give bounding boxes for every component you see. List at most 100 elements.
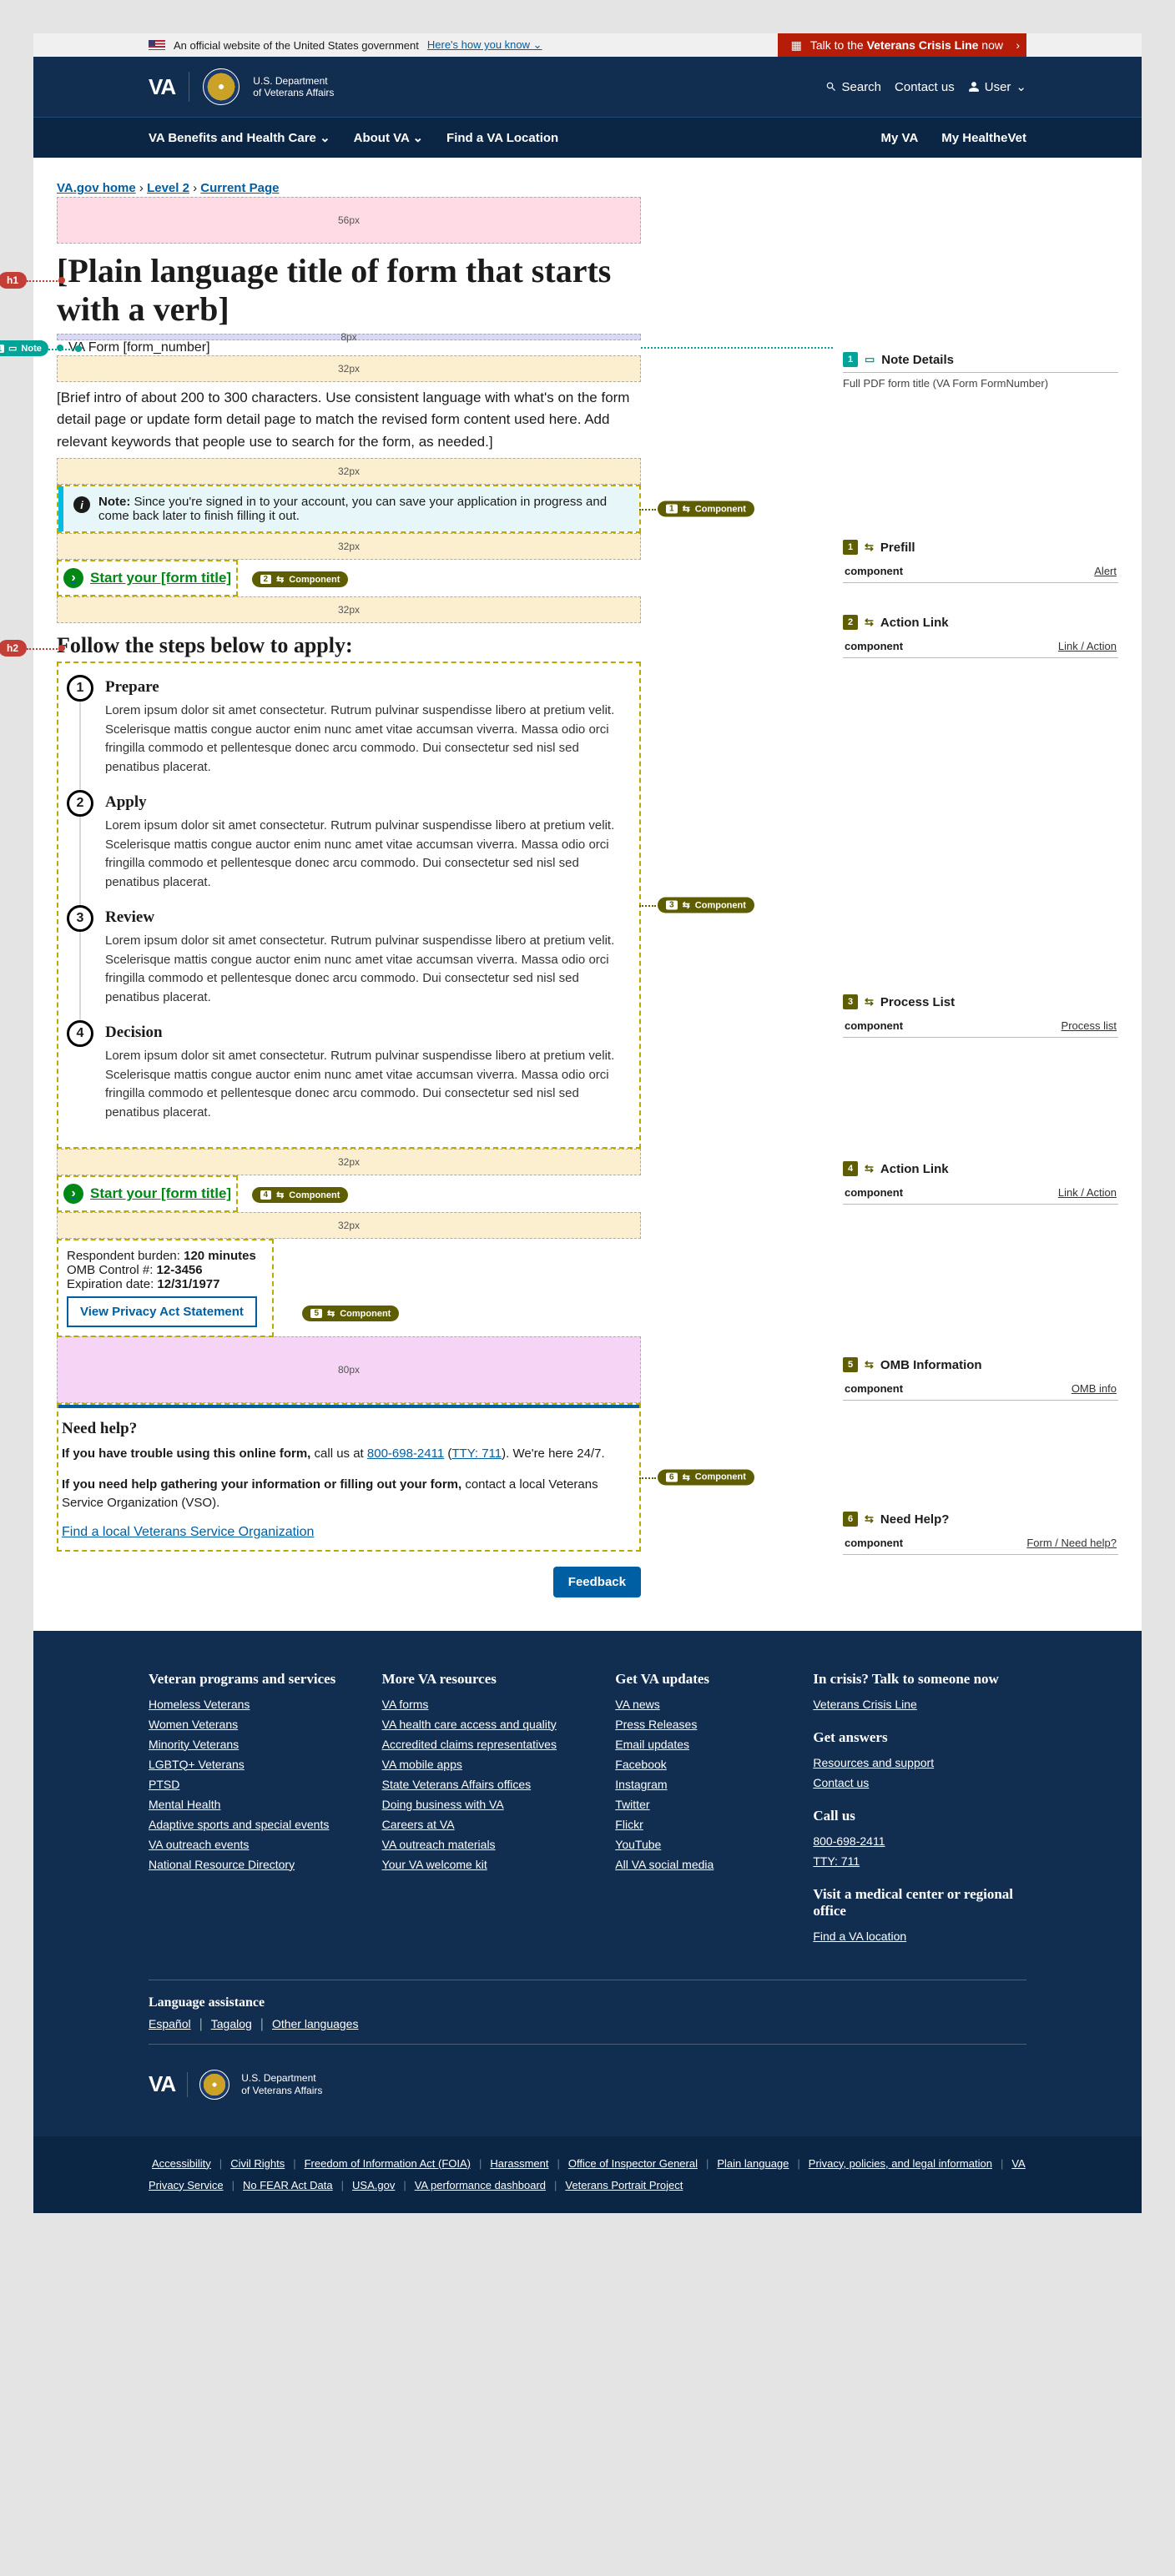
rail-annotation: 4⇆Action Link componentLink / Action [843, 1161, 1118, 1205]
footer-link[interactable]: Minority Veterans [149, 1738, 362, 1751]
footer-link[interactable]: TTY: 711 [813, 1854, 1026, 1868]
step-heading: Apply [105, 793, 628, 812]
footer-col-heading: In crisis? Talk to someone now [813, 1671, 1026, 1688]
lang-link[interactable]: Español [149, 2017, 191, 2030]
crisis-line-button[interactable]: ▦ Talk to the Veterans Crisis Line now › [778, 33, 1026, 57]
footer-link[interactable]: VA news [615, 1698, 793, 1711]
spacer-80: 80px [57, 1336, 641, 1403]
lang-link[interactable]: Tagalog [211, 2017, 252, 2030]
need-help-phone[interactable]: 800-698-2411 [367, 1446, 444, 1461]
footer-link[interactable]: Adaptive sports and special events [149, 1818, 362, 1831]
footer-link[interactable]: VA mobile apps [382, 1758, 596, 1771]
arrow-right-circle-icon: › [63, 1184, 83, 1204]
footer-link[interactable]: All VA social media [615, 1858, 793, 1871]
process-list-component: 1 Prepare Lorem ipsum dolor sit amet con… [57, 662, 641, 1149]
need-help-tty[interactable]: TTY: 711 [451, 1446, 502, 1461]
legal-link[interactable]: No FEAR Act Data [243, 2179, 333, 2191]
footer-link[interactable]: Facebook [615, 1758, 793, 1771]
spacer-32: 32px [57, 458, 641, 485]
bc-l2[interactable]: Level 2 [147, 181, 189, 195]
lang-link[interactable]: Other languages [272, 2017, 359, 2030]
legal-link[interactable]: USA.gov [352, 2179, 395, 2191]
user-menu[interactable]: User ⌄ [968, 79, 1026, 94]
footer-link[interactable]: Mental Health [149, 1798, 362, 1811]
start-form-link[interactable]: › Start your [form title] [60, 563, 234, 593]
footer-col-resources: More VA resourcesVA formsVA health care … [382, 1671, 596, 1950]
footer-link[interactable]: VA outreach materials [382, 1838, 596, 1851]
footer-link[interactable]: VA health care access and quality [382, 1718, 596, 1731]
privacy-act-button[interactable]: View Privacy Act Statement [67, 1296, 257, 1327]
process-step: 3 Review Lorem ipsum dolor sit amet cons… [67, 905, 628, 1020]
footer-link[interactable]: Your VA welcome kit [382, 1858, 596, 1871]
dept-name: U.S. Departmentof Veterans Affairs [253, 75, 334, 99]
footer-col-heading: Visit a medical center or regional offic… [813, 1886, 1026, 1919]
feedback-button[interactable]: Feedback [553, 1567, 641, 1597]
footer-col-heading: Veteran programs and services [149, 1671, 362, 1688]
footer-link[interactable]: VA forms [382, 1698, 596, 1711]
page-title: [Plain language title of form that start… [57, 252, 641, 329]
step-body: Lorem ipsum dolor sit amet consectetur. … [105, 702, 628, 777]
footer-link[interactable]: Accredited claims representatives [382, 1738, 596, 1751]
footer-link[interactable]: National Resource Directory [149, 1858, 362, 1871]
legal-link[interactable]: Harassment [490, 2157, 548, 2170]
process-step: 2 Apply Lorem ipsum dolor sit amet conse… [67, 790, 628, 905]
legal-link[interactable]: Freedom of Information Act (FOIA) [305, 2157, 471, 2170]
footer-link[interactable]: LGBTQ+ Veterans [149, 1758, 362, 1771]
contact-link[interactable]: Contact us [895, 80, 955, 94]
rail-note-details: 1▭Note Details Full PDF form title (VA F… [843, 352, 1118, 391]
spacer-56: 56px [57, 197, 641, 244]
footer-link[interactable]: Press Releases [615, 1718, 793, 1731]
footer-link[interactable]: 800-698-2411 [813, 1834, 1026, 1848]
component-badge-4: 4⇆Component [252, 1187, 349, 1203]
legal-link[interactable]: Office of Inspector General [568, 2157, 698, 2170]
footer-link[interactable]: Find a VA location [813, 1929, 1026, 1943]
nav-about[interactable]: About VA ⌄ [354, 130, 423, 145]
footer-col-crisis: In crisis? Talk to someone now Veterans C… [813, 1671, 1026, 1950]
footer-link[interactable]: Twitter [615, 1798, 793, 1811]
start-form-link-2[interactable]: › Start your [form title] [60, 1179, 234, 1209]
footer-link[interactable]: Doing business with VA [382, 1798, 596, 1811]
footer-link[interactable]: Veterans Crisis Line [813, 1698, 1026, 1711]
component-badge-1: 1⇆Component [658, 501, 754, 517]
omb-exp-label: Expiration date: [67, 1277, 154, 1291]
va-seal-icon-footer [199, 2070, 229, 2100]
footer-col-heading: Get answers [813, 1729, 1026, 1746]
legal-link[interactable]: Civil Rights [230, 2157, 285, 2170]
footer-link[interactable]: Instagram [615, 1778, 793, 1791]
va-wordmark: VA [149, 74, 175, 100]
primary-nav: VA Benefits and Health Care ⌄ About VA ⌄… [33, 117, 1142, 158]
chevron-down-icon: ⌄ [412, 131, 423, 145]
spacer-32: 32px [57, 596, 641, 623]
rail-annotation: 5⇆OMB Information componentOMB info [843, 1357, 1118, 1401]
h2-pill: h2 [0, 640, 27, 657]
nav-myhealth[interactable]: My HealtheVet [941, 131, 1026, 145]
legal-link[interactable]: Plain language [717, 2157, 789, 2170]
footer-link[interactable]: Flickr [615, 1818, 793, 1831]
user-icon [968, 81, 980, 93]
footer-link[interactable]: Resources and support [813, 1756, 1026, 1769]
footer-link[interactable]: Women Veterans [149, 1718, 362, 1731]
omb-burden-value: 120 minutes [184, 1249, 256, 1263]
search-button[interactable]: Search [825, 80, 882, 94]
footer-link[interactable]: Email updates [615, 1738, 793, 1751]
footer-link[interactable]: VA outreach events [149, 1838, 362, 1851]
footer-link[interactable]: PTSD [149, 1778, 362, 1791]
lang-heading: Language assistance [149, 1995, 1026, 2010]
legal-link[interactable]: Accessibility [152, 2157, 211, 2170]
component-badge-5: 5⇆Component [302, 1306, 399, 1321]
footer-link[interactable]: Careers at VA [382, 1818, 596, 1831]
step-number: 3 [67, 905, 93, 932]
legal-link[interactable]: Veterans Portrait Project [565, 2179, 683, 2191]
legal-link[interactable]: VA performance dashboard [415, 2179, 546, 2191]
gov-how-link[interactable]: Here's how you know ⌄ [427, 38, 542, 52]
nav-find[interactable]: Find a VA Location [446, 131, 558, 145]
nav-myva[interactable]: My VA [881, 131, 919, 145]
nav-benefits[interactable]: VA Benefits and Health Care ⌄ [149, 130, 330, 145]
footer-link[interactable]: YouTube [615, 1838, 793, 1851]
bc-home[interactable]: VA.gov home [57, 181, 136, 195]
legal-link[interactable]: Privacy, policies, and legal information [809, 2157, 992, 2170]
footer-link[interactable]: State Veterans Affairs offices [382, 1778, 596, 1791]
find-vso-link[interactable]: Find a local Veterans Service Organizati… [62, 1525, 314, 1539]
footer-link[interactable]: Homeless Veterans [149, 1698, 362, 1711]
footer-link[interactable]: Contact us [813, 1776, 1026, 1789]
